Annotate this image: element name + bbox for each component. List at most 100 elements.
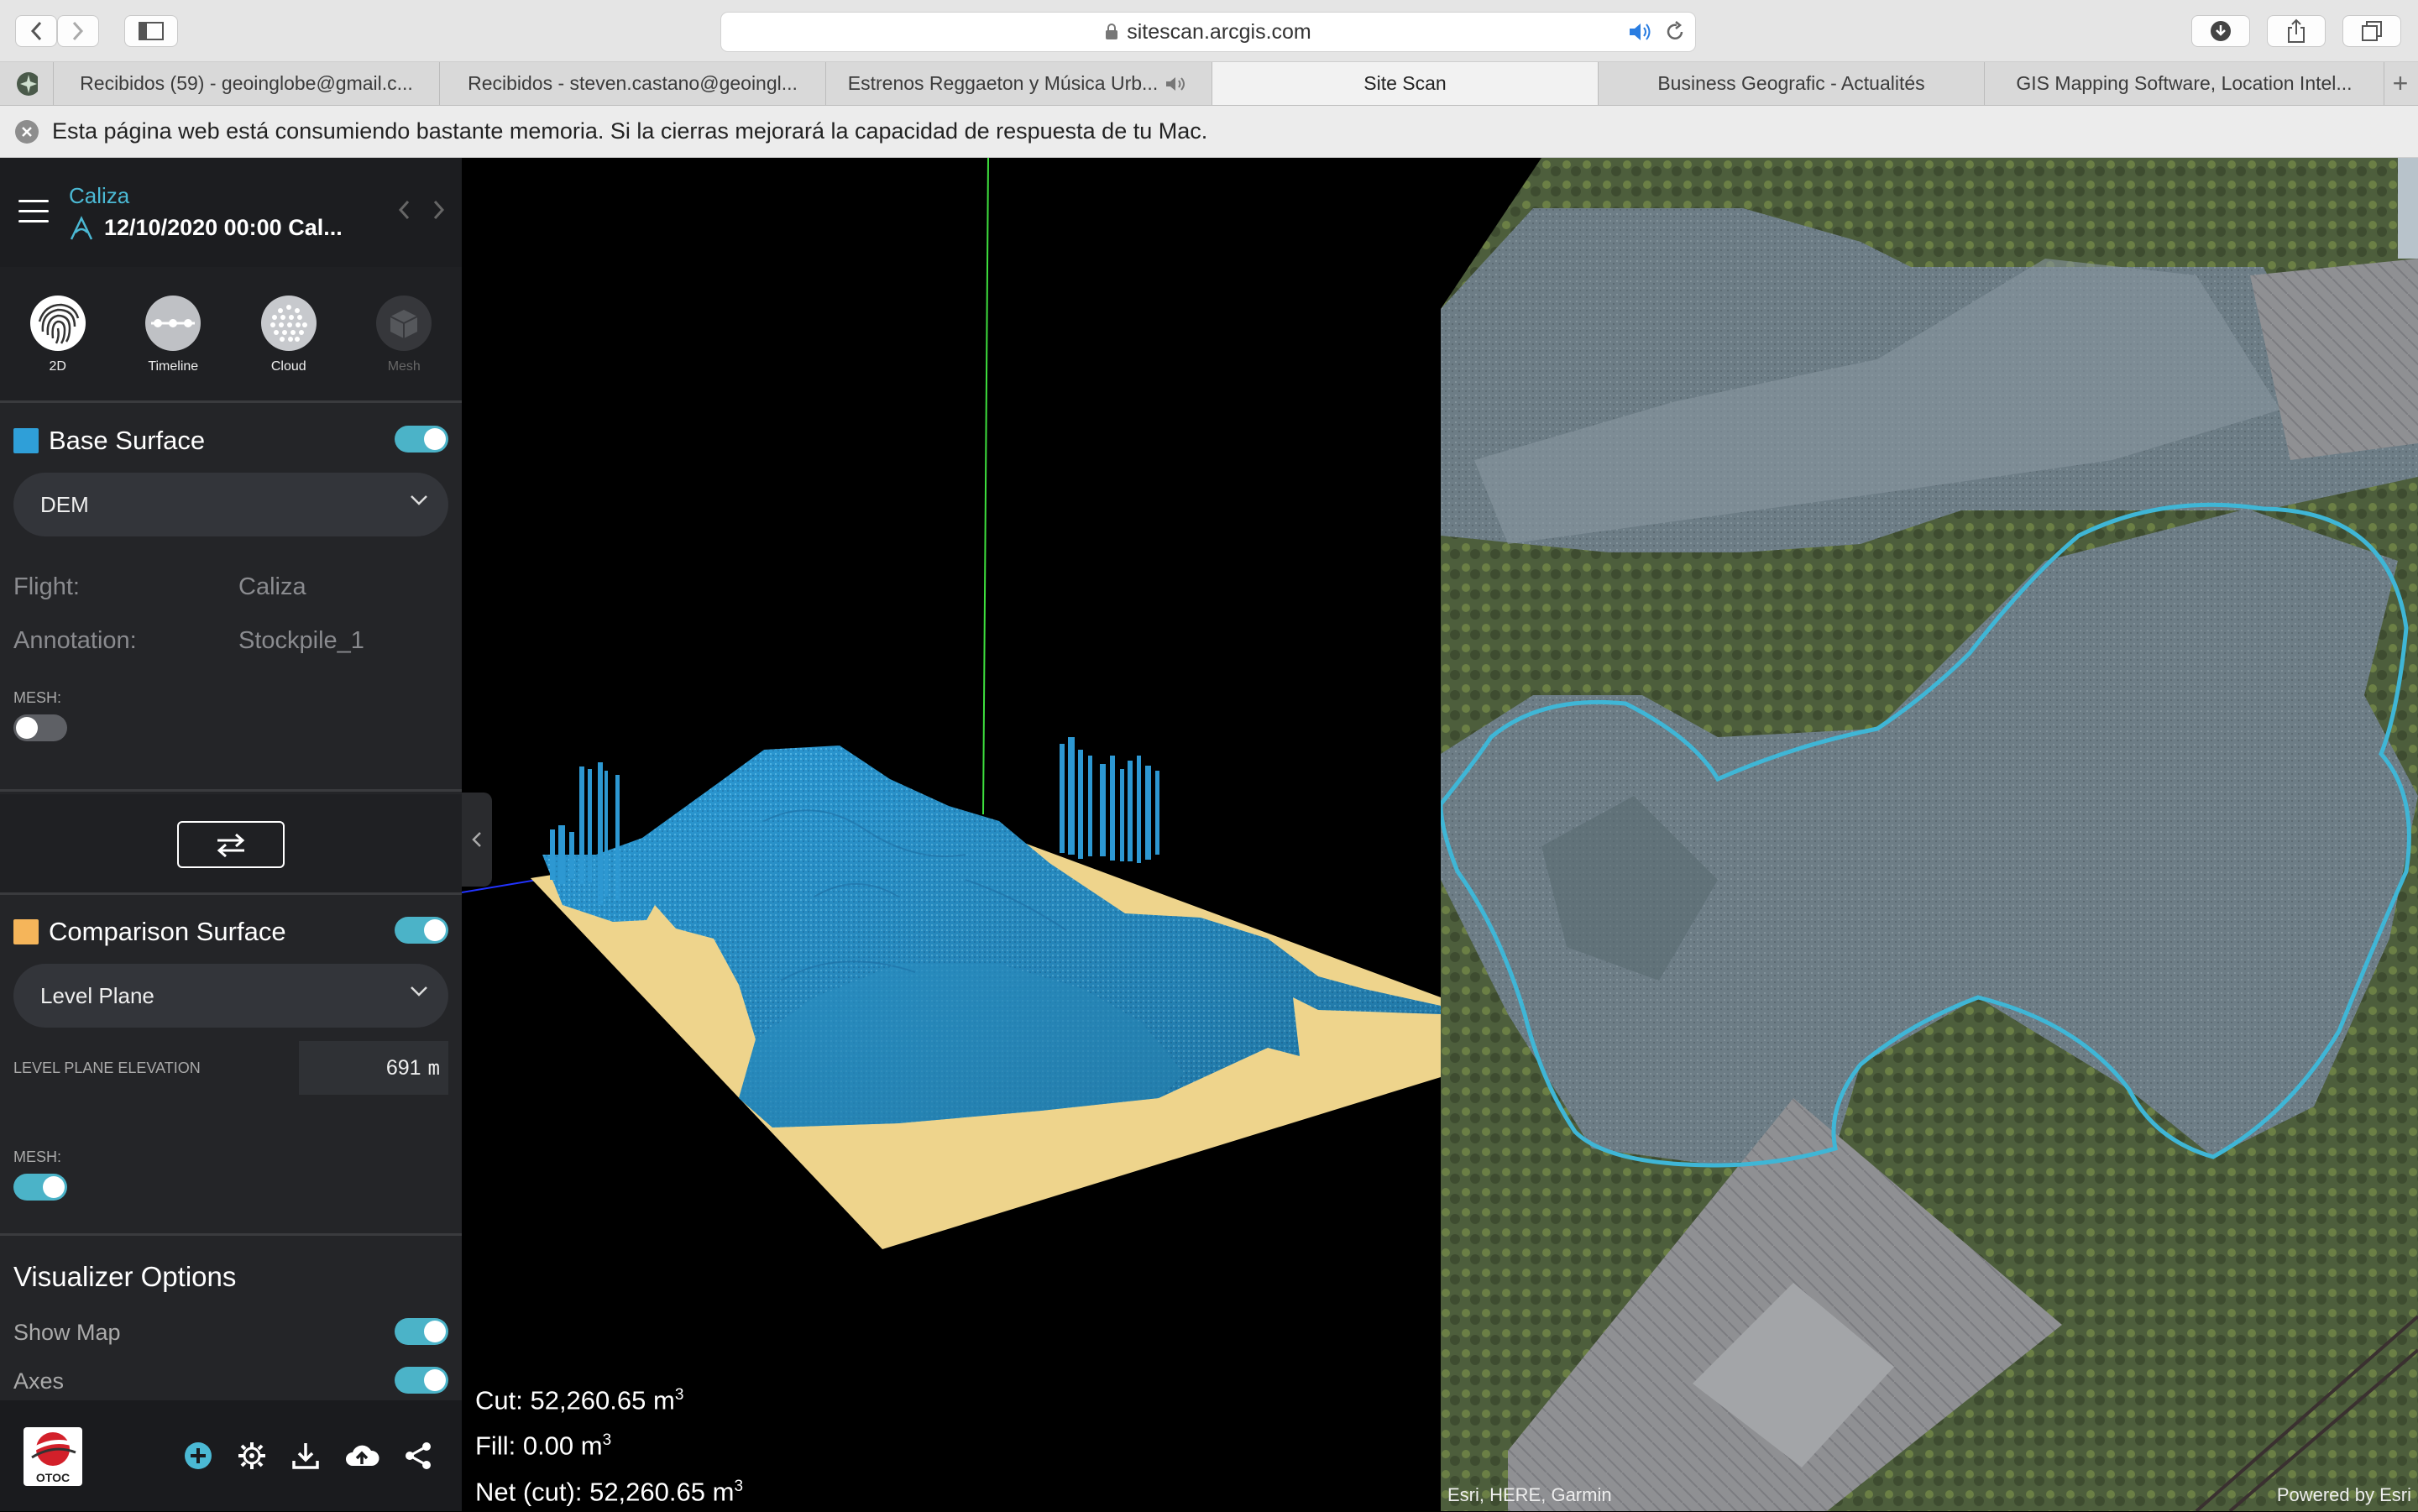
download-icon[interactable]: [290, 1441, 321, 1471]
tabs-overview-button[interactable]: [2342, 15, 2401, 47]
comparison-mesh-label: MESH:: [13, 1148, 62, 1165]
project-name[interactable]: Caliza: [69, 183, 129, 209]
fingerprint-icon: [38, 303, 79, 344]
flight-field-label: Flight:: [13, 573, 80, 600]
base-mesh-toggle[interactable]: [13, 714, 67, 741]
map-powered-by[interactable]: Powered by Esri: [2277, 1484, 2411, 1506]
audio-playing-icon[interactable]: [1628, 21, 1653, 43]
tabs-icon: [2362, 21, 2382, 41]
sidebar-toggle-button[interactable]: [124, 15, 178, 47]
mode-2d-label: 2D: [49, 359, 66, 374]
tab-music[interactable]: Estrenos Reggaeton y Música Urb...: [826, 62, 1212, 105]
annotation-field-label: Annotation:: [13, 627, 137, 654]
base-surface-toggle[interactable]: [395, 426, 448, 453]
share-button[interactable]: [2267, 15, 2326, 47]
fill-volume: Fill: 0.00 m3: [475, 1431, 612, 1461]
flight-selector[interactable]: 12/10/2020 00:00 Cal...: [69, 215, 343, 241]
comparison-surface-title: Comparison Surface: [13, 917, 286, 947]
base-surface-dropdown[interactable]: DEM: [13, 473, 448, 536]
next-flight-icon[interactable]: [433, 200, 445, 220]
mode-mesh: Mesh: [362, 296, 446, 374]
elevation-unit: m: [427, 1056, 440, 1080]
level-plane-elevation-label: LEVEL PLANE ELEVATION: [13, 1059, 201, 1076]
logo-text: OTOC: [35, 1471, 71, 1484]
tab-music-label: Estrenos Reggaeton y Música Urb...: [847, 72, 1159, 94]
axes-toggle[interactable]: [395, 1367, 448, 1394]
previous-flight-icon[interactable]: [398, 200, 410, 220]
mode-timeline[interactable]: Timeline: [131, 296, 215, 374]
close-warning-button[interactable]: [15, 119, 39, 144]
show-map-toggle[interactable]: [395, 1318, 448, 1345]
view-mode-bar: 2D Timeline Cloud Mesh: [0, 267, 462, 403]
visualizer-options-section: Visualizer Options Show Map Axes: [0, 1237, 462, 1400]
volume-render: [462, 158, 1441, 1249]
z-axis: [982, 158, 989, 815]
chevron-left-icon: [30, 21, 42, 41]
back-button[interactable]: [15, 15, 57, 47]
tab-audio-icon[interactable]: [1165, 75, 1190, 93]
show-map-label: Show Map: [13, 1320, 121, 1345]
browser-toolbar: sitescan.arcgis.com: [0, 0, 2418, 62]
comparison-surface-dropdown[interactable]: Level Plane: [13, 964, 448, 1028]
url-text: sitescan.arcgis.com: [1127, 19, 1311, 44]
point-cloud-icon: [270, 305, 307, 342]
map-view[interactable]: [1441, 158, 2418, 1511]
chevron-down-icon: [411, 495, 427, 505]
comparison-surface-section: Comparison Surface Level Plane LEVEL PLA…: [0, 897, 462, 1236]
base-mesh-label: MESH:: [13, 689, 62, 706]
swap-surfaces-button[interactable]: [177, 821, 285, 868]
drone-flight-icon: [70, 215, 93, 240]
otoc-logo-icon: [27, 1432, 78, 1466]
comparison-surface-dropdown-value: Level Plane: [40, 982, 154, 1008]
mode-cloud[interactable]: Cloud: [247, 296, 331, 374]
base-surface-dropdown-value: DEM: [40, 491, 89, 517]
flight-label: 12/10/2020 00:00 Cal...: [104, 215, 343, 240]
mode-mesh-label: Mesh: [387, 359, 421, 374]
address-bar[interactable]: sitescan.arcgis.com: [720, 12, 1696, 52]
tab-gis-mapping[interactable]: GIS Mapping Software, Location Intel...: [1985, 62, 2384, 105]
sidebar: Caliza 12/10/2020 00:00 Cal... 2D Timeli…: [0, 158, 462, 1511]
menu-button[interactable]: [18, 200, 49, 225]
mode-timeline-label: Timeline: [148, 359, 199, 374]
add-icon[interactable]: [183, 1441, 213, 1471]
base-surface-section: Base Surface DEM Flight: Caliza Annotati…: [0, 405, 462, 792]
timeline-icon: [151, 319, 196, 327]
settings-icon[interactable]: [237, 1441, 267, 1471]
sidebar-footer: OTOC: [0, 1400, 462, 1511]
cloud-upload-icon[interactable]: [344, 1441, 379, 1471]
close-icon: [22, 126, 32, 137]
chevron-left-icon: [472, 832, 481, 847]
tab-bar: Recibidos (59) - geoinglobe@gmail.c... R…: [0, 62, 2418, 106]
downloads-button[interactable]: [2191, 15, 2250, 47]
pinned-tab[interactable]: [0, 62, 54, 105]
lock-icon: [1106, 24, 1118, 39]
chevron-down-icon: [411, 986, 427, 997]
base-surface-title-text: Base Surface: [49, 426, 206, 455]
base-surface-swatch: [13, 428, 39, 453]
comparison-surface-title-text: Comparison Surface: [49, 917, 286, 946]
tab-gmail-1[interactable]: Recibidos (59) - geoinglobe@gmail.c...: [54, 62, 440, 105]
visualizer-options-title: Visualizer Options: [13, 1261, 237, 1292]
aerial-imagery: [1441, 158, 2418, 1511]
level-plane-elevation-input[interactable]: 691 m: [299, 1041, 448, 1095]
swap-icon: [217, 833, 245, 857]
tab-site-scan[interactable]: Site Scan: [1212, 62, 1599, 105]
collapse-panel-button[interactable]: [462, 793, 492, 887]
tab-business-geografic[interactable]: Business Geografic - Actualités: [1599, 62, 1985, 105]
share-icon[interactable]: [403, 1441, 433, 1471]
tab-gmail-2[interactable]: Recibidos - steven.castano@geoingl...: [440, 62, 826, 105]
reload-icon[interactable]: [1665, 21, 1685, 43]
download-icon: [2211, 21, 2231, 41]
comparison-surface-swatch: [13, 919, 39, 944]
comparison-mesh-toggle[interactable]: [13, 1174, 67, 1201]
3d-viewport[interactable]: [462, 158, 1441, 1511]
volume-stats: Cut: 52,260.65 m3 Fill: 0.00 m3 Net (cut…: [475, 1375, 743, 1512]
comparison-surface-toggle[interactable]: [395, 917, 448, 944]
forward-button[interactable]: [57, 15, 99, 47]
axes-label: Axes: [13, 1368, 65, 1394]
elevation-value: 691: [385, 1055, 421, 1080]
mode-2d[interactable]: 2D: [16, 296, 100, 374]
sidebar-icon: [139, 22, 164, 40]
new-tab-button[interactable]: +: [2384, 62, 2416, 105]
memory-warning-text: Esta página web está consumiendo bastant…: [52, 118, 1208, 144]
